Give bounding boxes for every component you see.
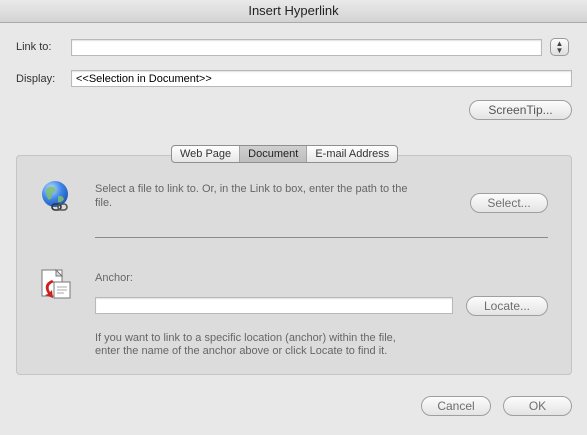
- link-to-input[interactable]: [71, 39, 542, 56]
- tab-web-page[interactable]: Web Page: [172, 146, 241, 162]
- link-to-stepper[interactable]: ▲ ▼: [550, 38, 569, 56]
- display-label: Display:: [16, 73, 56, 85]
- anchor-document-icon: [38, 268, 74, 305]
- ok-button[interactable]: OK: [503, 396, 572, 416]
- tab-email-address[interactable]: E-mail Address: [307, 146, 397, 162]
- globe-link-icon: [38, 180, 74, 217]
- anchor-help-line1: If you want to link to a specific locati…: [95, 332, 396, 344]
- link-to-label: Link to:: [16, 41, 52, 53]
- tab-document[interactable]: Document: [240, 146, 308, 162]
- window-title-bar: Insert Hyperlink: [0, 0, 587, 23]
- window-title: Insert Hyperlink: [248, 3, 339, 18]
- stepper-icon: ▲ ▼: [555, 39, 564, 55]
- anchor-input[interactable]: [95, 297, 453, 314]
- cancel-button[interactable]: Cancel: [421, 396, 491, 416]
- display-input[interactable]: [71, 70, 572, 87]
- anchor-help-line2: enter the name of the anchor above or cl…: [95, 345, 388, 357]
- link-type-tabs: Web Page Document E-mail Address: [171, 145, 399, 163]
- select-description-line1: Select a file to link to. Or, in the Lin…: [95, 183, 408, 195]
- anchor-label: Anchor:: [95, 272, 133, 284]
- select-description-line2: file.: [95, 197, 113, 209]
- locate-button[interactable]: Locate...: [466, 296, 548, 316]
- screentip-button[interactable]: ScreenTip...: [469, 100, 572, 120]
- select-button[interactable]: Select...: [470, 193, 548, 213]
- section-divider: [95, 237, 548, 238]
